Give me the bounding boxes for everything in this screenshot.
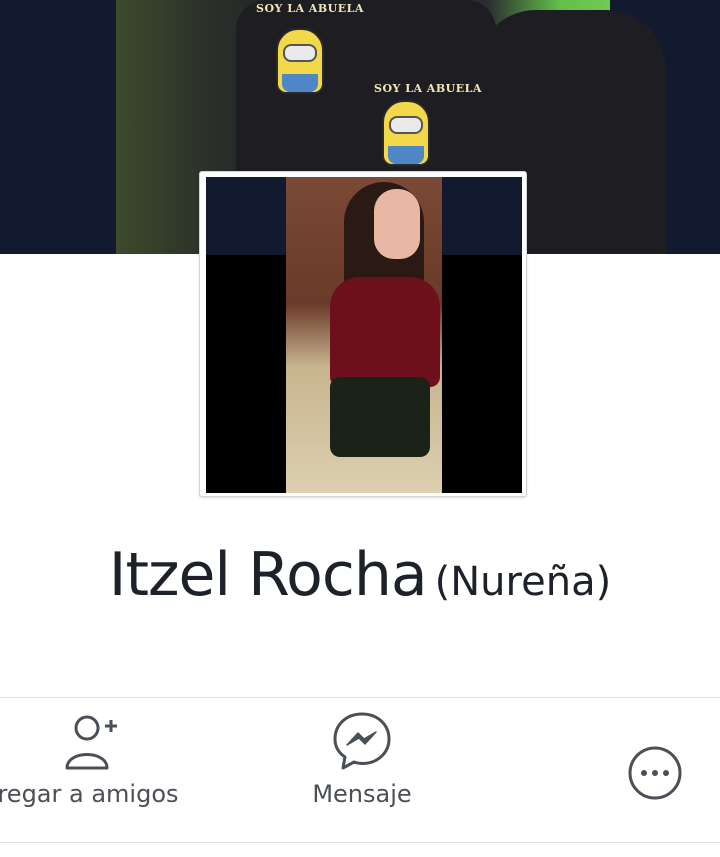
add-friend-label: regar a amigos xyxy=(0,780,179,808)
figure-face xyxy=(374,189,420,259)
add-friend-button[interactable]: regar a amigos xyxy=(0,710,188,808)
profile-name-row: Itzel Rocha (Nureña) xyxy=(0,540,720,610)
action-bar-divider-bottom xyxy=(0,842,720,843)
cover-minion-graphic-left xyxy=(276,28,324,94)
profile-picture-frame[interactable] xyxy=(199,171,527,497)
messenger-icon xyxy=(262,710,462,772)
message-button[interactable]: Mensaje xyxy=(262,710,462,808)
cover-shirt-text-right: SOY LA ABUELA xyxy=(374,82,482,95)
profile-name: Itzel Rocha xyxy=(108,540,428,610)
profile-picture-subject xyxy=(286,177,442,493)
more-options-icon xyxy=(626,745,684,801)
figure-top xyxy=(330,277,440,387)
message-label: Mensaje xyxy=(312,780,412,808)
add-friend-icon xyxy=(0,710,188,772)
action-bar-divider-top xyxy=(0,697,720,698)
cover-shirt-text-left: SOY LA ABUELA xyxy=(256,2,364,15)
profile-picture xyxy=(206,177,522,493)
figure-pants xyxy=(330,377,430,457)
cover-minion-graphic-right xyxy=(382,100,430,166)
profile-alternate-name: (Nureña) xyxy=(434,559,612,605)
more-options-button[interactable] xyxy=(626,745,684,803)
